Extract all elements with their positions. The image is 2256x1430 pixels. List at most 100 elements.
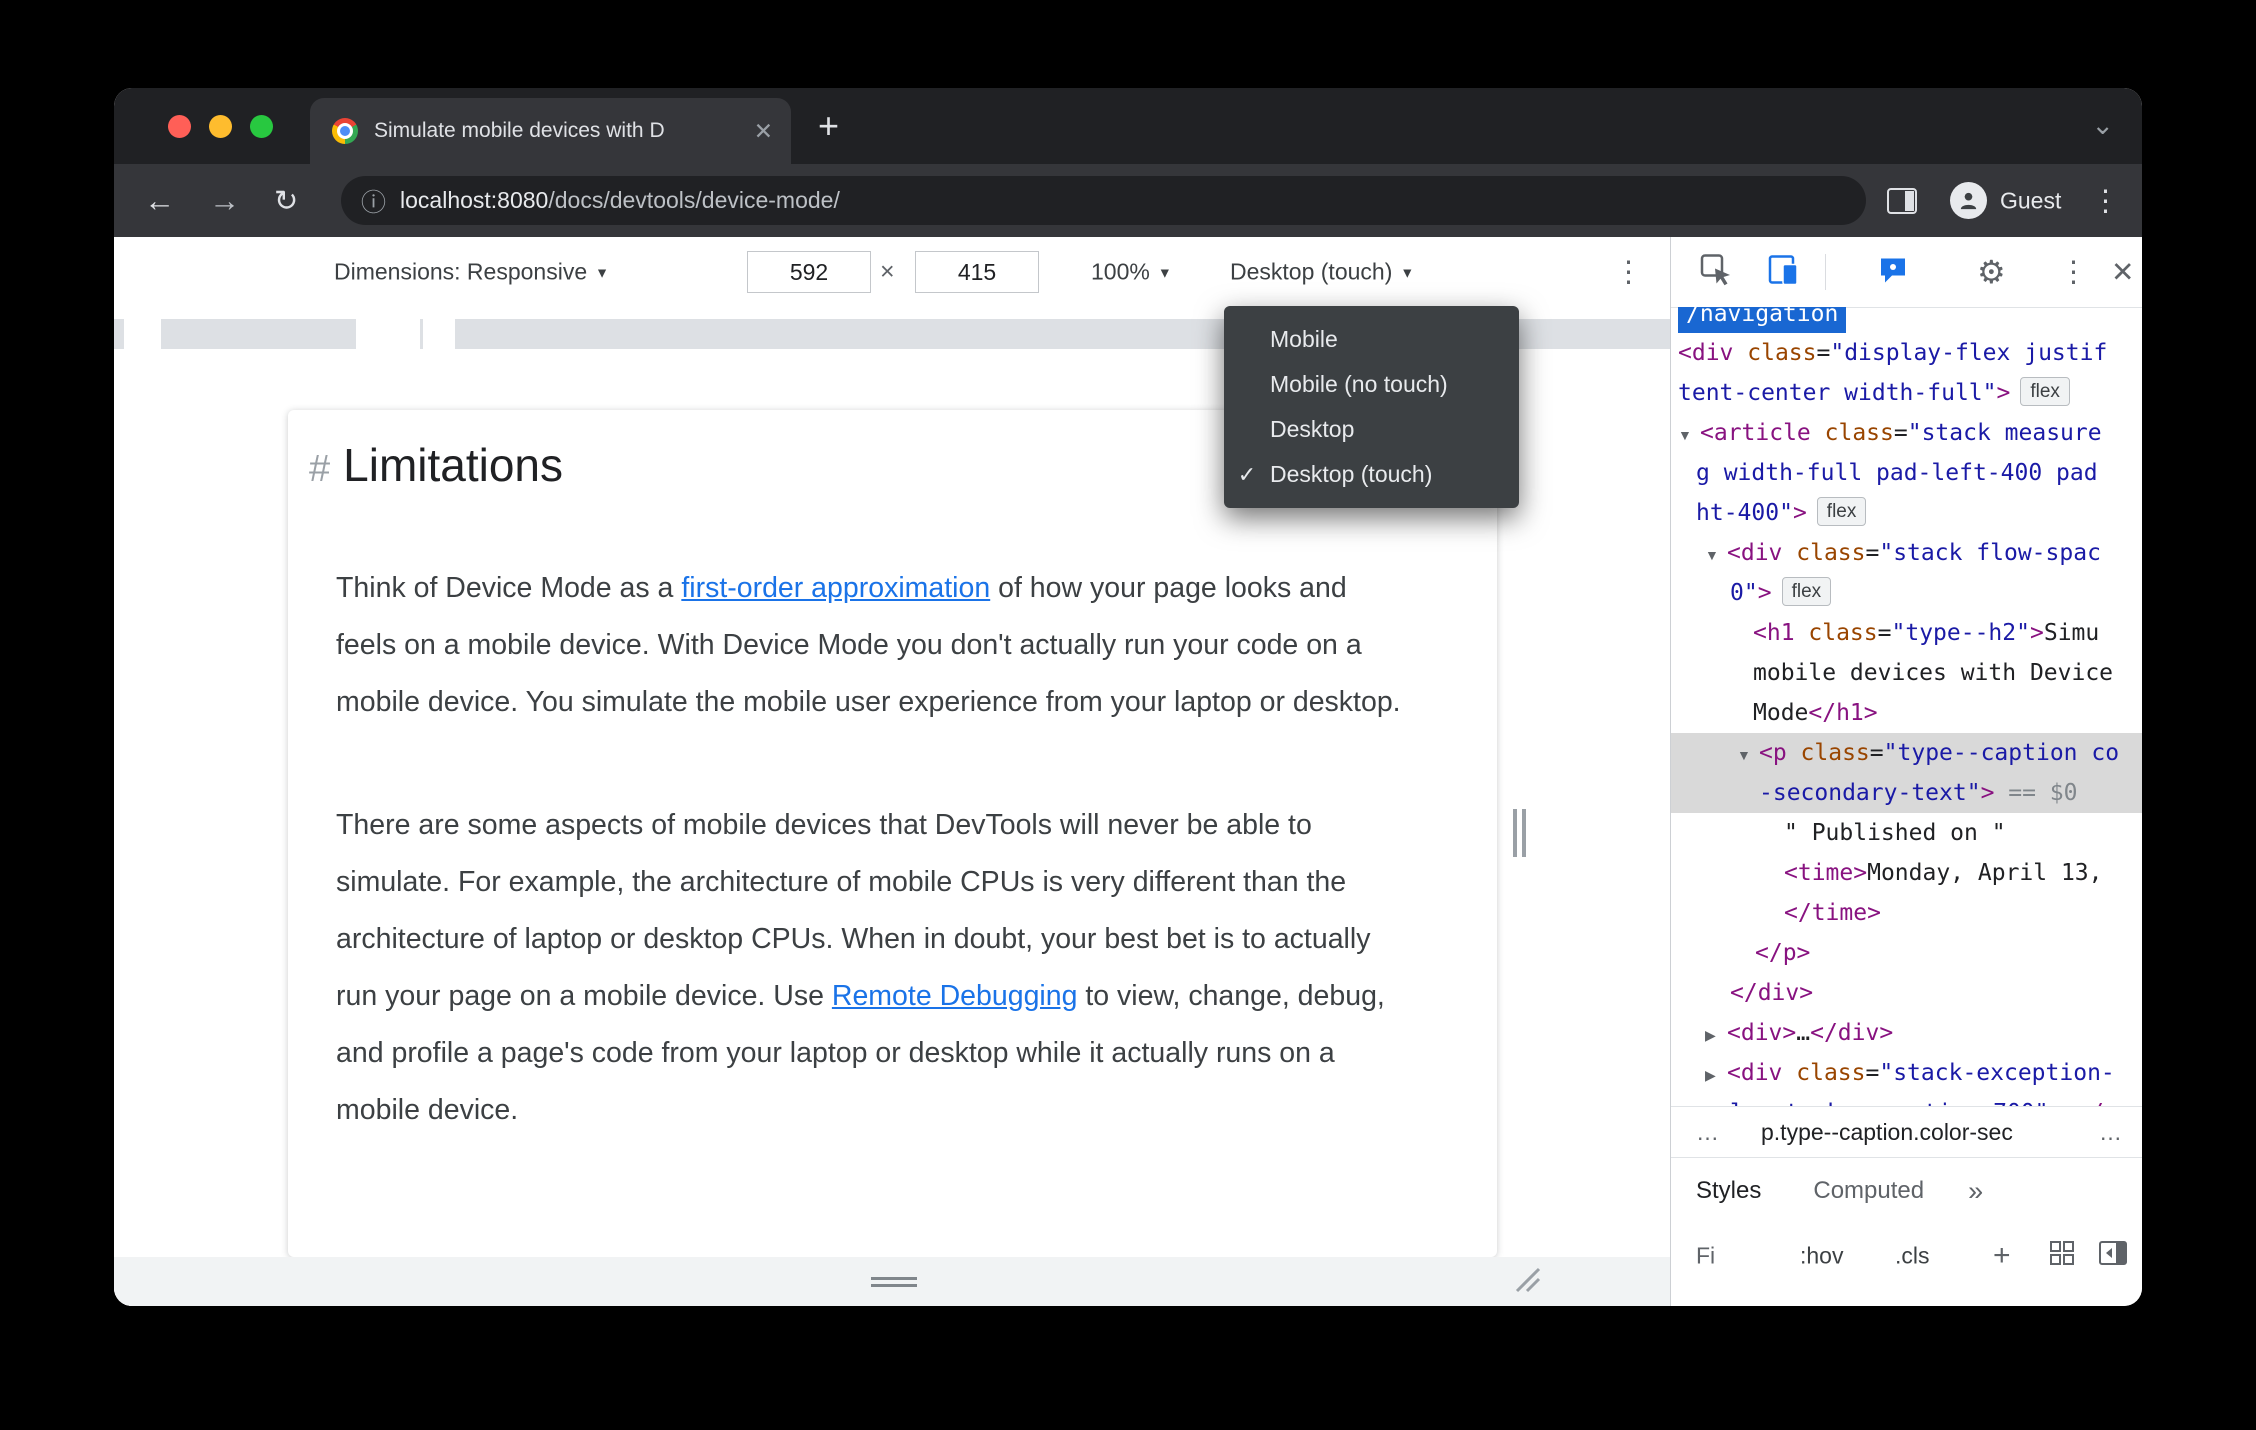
toolbar-divider bbox=[1825, 254, 1826, 290]
menu-item-mobile[interactable]: Mobile bbox=[1224, 317, 1519, 362]
browser-toolbar: ← → ↻ ⓘ localhost:8080/docs/devtools/dev… bbox=[114, 164, 2142, 237]
dom-tree-node[interactable]: Mode</h1> bbox=[1671, 693, 2142, 733]
back-button[interactable]: ← bbox=[144, 183, 175, 219]
menu-item-mobile-no-touch[interactable]: Mobile (no touch) bbox=[1224, 362, 1519, 407]
chrome-favicon-icon bbox=[332, 118, 358, 144]
close-window-button[interactable] bbox=[168, 115, 191, 138]
code-segment: </div> bbox=[1730, 980, 1814, 1006]
dom-tree-node[interactable]: ▶ <div>…</div> bbox=[1671, 1013, 2142, 1053]
breadcrumb-selected-node[interactable]: p.type--caption.color-sec bbox=[1761, 1119, 2013, 1146]
code-segment: "stack-exception- bbox=[1879, 1060, 2115, 1086]
code-segment: 0" bbox=[1730, 580, 1758, 606]
desktop-background: { "icons": { "close": "✕", "plus": "+", … bbox=[0, 0, 2256, 1430]
more-tabs-icon[interactable]: » bbox=[1968, 1176, 1983, 1207]
dom-tree-node[interactable]: <div class="display-flex justif bbox=[1671, 333, 2142, 373]
viewport-resize-handle-right[interactable] bbox=[1513, 809, 1526, 857]
viewport-height-input[interactable] bbox=[915, 251, 1039, 293]
expand-arrow-down-icon[interactable]: ▼ bbox=[1678, 415, 1700, 455]
new-style-rule-button[interactable]: + bbox=[1993, 1239, 2011, 1273]
tab-computed[interactable]: Computed bbox=[1813, 1177, 1924, 1205]
new-tab-button[interactable]: + bbox=[818, 108, 839, 144]
dom-tree-node[interactable]: ▶ <div class="stack-exception- bbox=[1671, 1053, 2142, 1093]
chat-bubble-icon[interactable] bbox=[1877, 254, 1909, 291]
remote-debugging-link[interactable]: Remote Debugging bbox=[832, 980, 1078, 1012]
expand-arrow-right-icon[interactable]: ▶ bbox=[1705, 1055, 1727, 1095]
heading-anchor-hash[interactable]: # bbox=[309, 448, 330, 490]
device-type-select[interactable]: Desktop (touch) ▼ bbox=[1230, 259, 1414, 286]
expand-arrow-down-icon[interactable]: ▼ bbox=[1737, 735, 1759, 775]
grid-overlay-icon[interactable] bbox=[2049, 1240, 2075, 1272]
dom-tree-node[interactable]: </time> bbox=[1671, 893, 2142, 933]
toggle-device-toolbar-icon[interactable] bbox=[1767, 253, 1801, 292]
code-segment: = bbox=[1865, 540, 1880, 566]
expand-arrow-right-icon[interactable]: ▶ bbox=[1705, 1015, 1727, 1055]
device-toolbar: Dimensions: Responsive▼ × 100%▼ Desktop … bbox=[114, 237, 1670, 308]
profile-name: Guest bbox=[2000, 187, 2062, 213]
dom-tree-node[interactable]: <time>Monday, April 13, bbox=[1671, 853, 2142, 893]
computed-sidebar-toggle-icon[interactable] bbox=[2099, 1241, 2127, 1271]
viewport-width-input[interactable] bbox=[747, 251, 871, 293]
devtools-menu-icon[interactable]: ⋮ bbox=[2059, 255, 2088, 290]
dom-tree-node[interactable]: " Published on " bbox=[1671, 813, 2142, 853]
flex-badge[interactable]: flex bbox=[1781, 577, 1832, 606]
dom-tree-node[interactable]: ht-400"> flex bbox=[1671, 493, 2142, 533]
code-segment: <div bbox=[1678, 340, 1748, 366]
breadcrumb-ellipsis[interactable]: … bbox=[1696, 1119, 1719, 1146]
dom-tree-node[interactable]: 0"> flex bbox=[1671, 573, 2142, 613]
address-bar[interactable]: ⓘ localhost:8080/docs/devtools/device-mo… bbox=[341, 176, 1866, 225]
tab-close-icon[interactable]: ✕ bbox=[754, 118, 773, 145]
expand-arrow-down-icon[interactable]: ▼ bbox=[1705, 535, 1727, 575]
breadcrumb-ellipsis[interactable]: … bbox=[2099, 1119, 2122, 1146]
dom-tree-node[interactable]: lg:stack-exception-700"> </ bbox=[1671, 1093, 2142, 1106]
viewport-resize-handle-corner[interactable] bbox=[1511, 1263, 1541, 1293]
code-segment: mobile devices with Device bbox=[1753, 660, 2114, 686]
devtools-panel: ⚙ ⋮ ✕ /navigation <div class="display-fl… bbox=[1670, 237, 2142, 1306]
dimensions-select[interactable]: Dimensions: Responsive ▼ bbox=[334, 259, 609, 286]
devtools-close-icon[interactable]: ✕ bbox=[2111, 256, 2134, 289]
url-path: /docs/devtools/device-mode/ bbox=[548, 187, 840, 213]
reload-button[interactable]: ↻ bbox=[274, 183, 298, 218]
menu-item-desktop[interactable]: Desktop bbox=[1224, 407, 1519, 452]
code-segment: <h1 bbox=[1753, 620, 1809, 646]
profile-avatar[interactable] bbox=[1950, 182, 1987, 219]
dom-tree-node[interactable]: g width-full pad-left-400 pad bbox=[1671, 453, 2142, 493]
toggle-element-state-button[interactable]: :hov bbox=[1800, 1243, 1843, 1270]
minimize-window-button[interactable] bbox=[209, 115, 232, 138]
browser-tab[interactable]: Simulate mobile devices with D ✕ bbox=[310, 98, 791, 164]
dom-tree-node[interactable]: ▼ <article class="stack measure bbox=[1671, 413, 2142, 453]
page-title: # Limitations bbox=[309, 439, 564, 491]
settings-gear-icon[interactable]: ⚙ bbox=[1977, 253, 2006, 291]
flex-badge[interactable]: flex bbox=[1816, 497, 1867, 526]
flex-badge[interactable]: flex bbox=[2020, 377, 2070, 406]
element-classes-button[interactable]: .cls bbox=[1895, 1243, 1930, 1270]
code-segment: <div> bbox=[1727, 1020, 1797, 1046]
viewport-resize-handle-bottom[interactable] bbox=[871, 1277, 917, 1287]
styles-filter-input[interactable]: Fi bbox=[1696, 1243, 1715, 1270]
inspect-element-icon[interactable] bbox=[1699, 253, 1733, 292]
browser-menu-icon[interactable]: ⋮ bbox=[2091, 183, 2120, 218]
code-segment: > bbox=[1996, 380, 2011, 406]
article-body: Think of Device Mode as a first-order ap… bbox=[336, 560, 1411, 1205]
first-order-approximation-link[interactable]: first-order approximation bbox=[681, 572, 990, 604]
maximize-window-button[interactable] bbox=[250, 115, 273, 138]
dom-tree-node[interactable]: mobile devices with Device bbox=[1671, 653, 2142, 693]
zoom-select[interactable]: 100% ▼ bbox=[1091, 259, 1172, 286]
forward-button[interactable]: → bbox=[209, 183, 240, 219]
tab-search-chevron-icon[interactable]: ⌄ bbox=[2091, 110, 2114, 141]
code-segment: ht-400" bbox=[1696, 500, 1793, 526]
dom-tree-node[interactable]: ▼ <p class="type--caption co bbox=[1671, 733, 2142, 773]
code-segment: = bbox=[1816, 340, 1831, 366]
site-info-icon[interactable]: ⓘ bbox=[361, 183, 386, 219]
menu-item-desktop-touch[interactable]: ✓ Desktop (touch) bbox=[1224, 452, 1519, 497]
dom-tree-node[interactable]: </p> bbox=[1671, 933, 2142, 973]
menu-item-label: Mobile (no touch) bbox=[1270, 371, 1448, 397]
article-card: # Limitations Think of Device Mode as a f… bbox=[288, 410, 1497, 1257]
dom-tree-node[interactable]: </div> bbox=[1671, 973, 2142, 1013]
dom-tree-node[interactable]: <h1 class="type--h2">Simu bbox=[1671, 613, 2142, 653]
dom-tree-node[interactable]: tent-center width-full"> flex bbox=[1671, 373, 2142, 413]
tab-styles[interactable]: Styles bbox=[1696, 1177, 1761, 1205]
dom-tree-node[interactable]: -secondary-text"> == $0 bbox=[1671, 773, 2142, 813]
dom-tree-node[interactable]: ▼ <div class="stack flow-spac bbox=[1671, 533, 2142, 573]
device-toolbar-menu-icon[interactable]: ⋮ bbox=[1614, 255, 1643, 290]
side-panel-icon[interactable] bbox=[1887, 188, 1917, 219]
